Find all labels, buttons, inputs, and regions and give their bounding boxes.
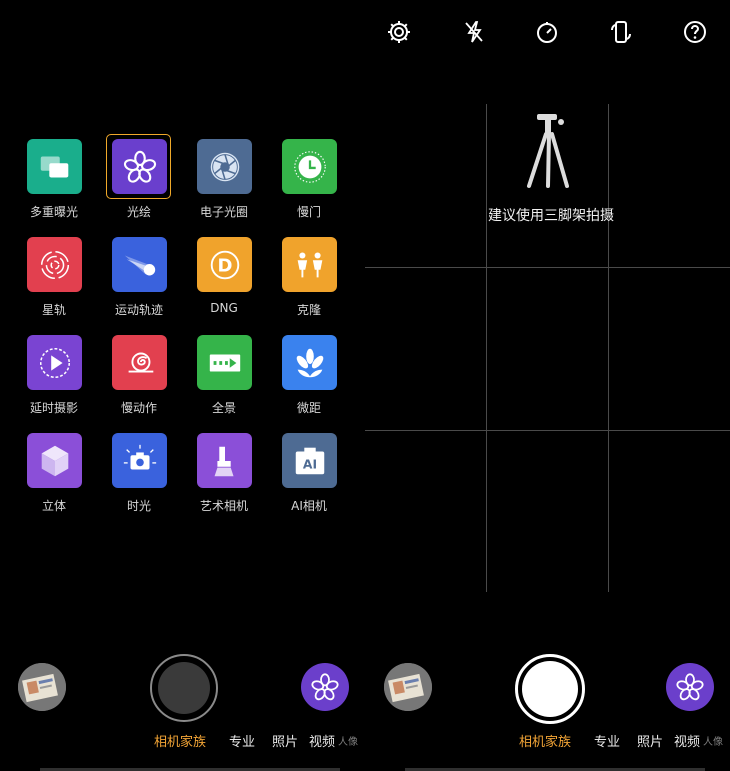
mode-label: 电子光圈 <box>199 205 248 219</box>
mode-label: 慢门 <box>296 205 321 219</box>
gallery-thumbnail-image <box>384 663 432 711</box>
mode-item[interactable]: 延时摄影 <box>14 324 94 415</box>
mode-label: 慢动作 <box>120 401 157 415</box>
multi-exposure-icon <box>27 139 82 194</box>
tab-portrait[interactable]: 人像 <box>338 733 358 748</box>
tab-photo[interactable]: 照片 <box>272 731 298 750</box>
light-painting-flower-icon <box>311 673 339 701</box>
ai-camera-icon: AI <box>282 433 337 488</box>
star-trail-icon <box>27 237 82 292</box>
panorama-icon <box>197 335 252 390</box>
camera-family-mode-button[interactable] <box>301 663 349 711</box>
bottom-mode-tabs: 相机家族 专业 照片 视频 人像 <box>0 731 365 751</box>
aperture-icon <box>197 139 252 194</box>
right-panel: 建议使用三脚架拍摄 相机家族 专业 照片 视频 人像 <box>365 0 730 771</box>
macro-flower-icon <box>282 335 337 390</box>
mode-label: AI相机 <box>291 499 327 513</box>
mode-item[interactable]: 时光 <box>99 422 179 513</box>
mode-label: 运动轨迹 <box>114 303 163 317</box>
tab-pro[interactable]: 专业 <box>594 731 620 750</box>
help-question-icon[interactable] <box>677 14 713 50</box>
mode-item[interactable]: AI AI相机 <box>269 422 349 513</box>
motion-trail-icon <box>112 237 167 292</box>
tripod-icon <box>527 114 569 188</box>
tab-photo[interactable]: 照片 <box>637 731 663 750</box>
mode-item[interactable]: 克隆 <box>269 226 349 317</box>
top-toolbar <box>365 14 730 50</box>
mode-item[interactable]: 星轨 <box>14 226 94 317</box>
mode-item[interactable]: 光绘 <box>99 128 179 219</box>
grid-line-vertical-2 <box>608 104 609 592</box>
tab-pro[interactable]: 专业 <box>229 731 255 750</box>
mode-label: 星轨 <box>41 303 66 317</box>
mode-item[interactable]: D DNG <box>184 226 264 316</box>
light-painting-flower-icon <box>676 673 704 701</box>
gallery-thumbnail-image <box>18 663 66 711</box>
mode-label: 延时摄影 <box>29 401 78 415</box>
mode-label: 克隆 <box>296 303 321 317</box>
mode-item[interactable]: 多重曝光 <box>14 128 94 219</box>
mode-label: DNG <box>210 301 238 315</box>
timelapse-play-icon <box>27 335 82 390</box>
slow-motion-snail-icon <box>112 335 167 390</box>
shutter-button[interactable] <box>150 654 218 722</box>
time-light-camera-icon <box>112 433 167 488</box>
mode-label: 光绘 <box>126 205 151 219</box>
svg-text:AI: AI <box>302 457 316 471</box>
mode-item[interactable]: 立体 <box>14 422 94 513</box>
settings-gear-icon[interactable] <box>381 14 417 50</box>
camera-family-mode-button[interactable] <box>666 663 714 711</box>
tab-camera-family[interactable]: 相机家族 <box>519 731 571 750</box>
shutter-inner <box>522 661 578 717</box>
timer-icon[interactable] <box>529 14 565 50</box>
shutter-inner <box>158 662 210 714</box>
flash-off-icon[interactable] <box>456 14 492 50</box>
left-panel: 多重曝光 光绘 电子光圈 慢门星轨 运动轨迹 D DNG 克隆延时摄影 慢动作 全景 微距立体 时光 艺… <box>0 0 365 771</box>
slow-shutter-clock-icon <box>282 139 337 194</box>
art-brush-icon <box>197 433 252 488</box>
tab-portrait[interactable]: 人像 <box>703 733 723 748</box>
tab-camera-family[interactable]: 相机家族 <box>154 731 206 750</box>
tripod-hint-text: 建议使用三脚架拍摄 <box>488 208 614 224</box>
mode-label: 艺术相机 <box>199 499 248 513</box>
mode-item[interactable]: 运动轨迹 <box>99 226 179 317</box>
mode-label: 全景 <box>211 401 236 415</box>
bottom-mode-tabs: 相机家族 专业 照片 视频 人像 <box>365 731 730 751</box>
tab-video[interactable]: 视频 <box>309 731 335 750</box>
svg-text:D: D <box>217 255 232 276</box>
clone-people-icon <box>282 237 337 292</box>
mode-label: 时光 <box>126 499 151 513</box>
mode-item[interactable]: 电子光圈 <box>184 128 264 219</box>
mode-label: 微距 <box>296 401 321 415</box>
tab-video[interactable]: 视频 <box>674 731 700 750</box>
gallery-thumbnail[interactable] <box>384 663 432 711</box>
shutter-button[interactable] <box>515 654 585 724</box>
grid-line-horizontal-1 <box>365 267 730 268</box>
mode-item[interactable]: 慢门 <box>269 128 349 219</box>
cube-3d-icon <box>27 433 82 488</box>
mode-item[interactable]: 慢动作 <box>99 324 179 415</box>
grid-line-vertical-1 <box>486 104 487 592</box>
mode-label: 多重曝光 <box>29 205 78 219</box>
gallery-thumbnail[interactable] <box>18 663 66 711</box>
grid-line-horizontal-2 <box>365 430 730 431</box>
mode-item[interactable]: 全景 <box>184 324 264 415</box>
mode-item[interactable]: 微距 <box>269 324 349 415</box>
mode-item[interactable]: 艺术相机 <box>184 422 264 513</box>
mode-label: 立体 <box>41 499 66 513</box>
dng-icon: D <box>197 237 252 292</box>
light-painting-flower-icon <box>112 139 167 194</box>
screen-rotate-icon[interactable] <box>603 14 639 50</box>
